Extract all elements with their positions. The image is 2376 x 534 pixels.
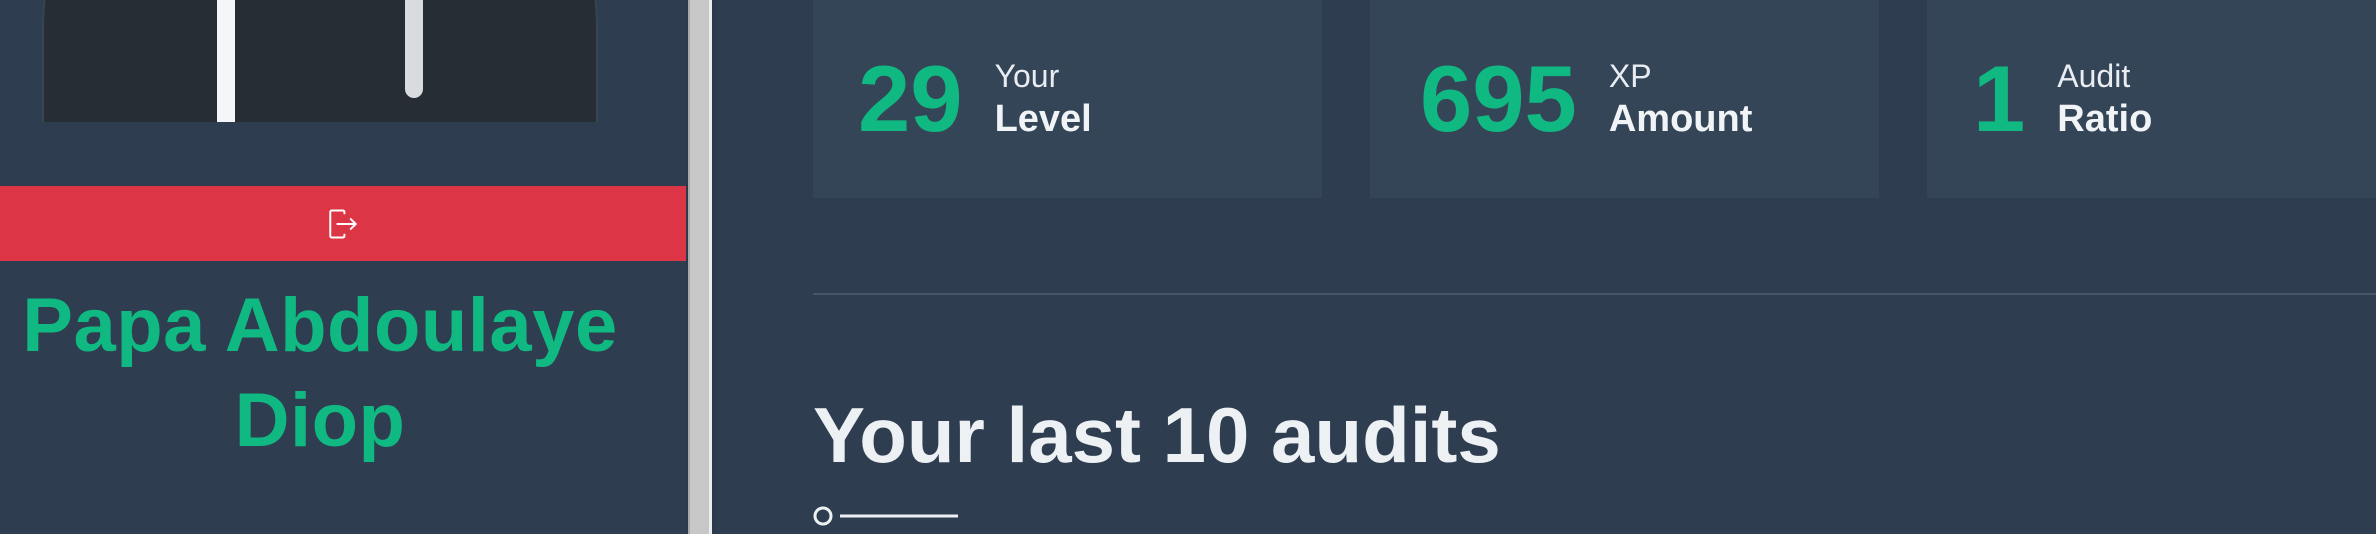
sidebar-scrollbar[interactable] bbox=[686, 0, 716, 534]
level-label: Level bbox=[994, 98, 1092, 140]
avatar-graphic-right bbox=[405, 0, 423, 98]
title-underline-decoration bbox=[813, 506, 958, 526]
level-value: 29 bbox=[858, 46, 963, 151]
xp-value: 695 bbox=[1420, 46, 1577, 151]
stat-card-audit-ratio: 1 Audit Ratio bbox=[1927, 0, 2376, 198]
stat-card-level: 29 Your Level bbox=[813, 0, 1322, 198]
user-name-first-line: Papa Abdoulaye bbox=[22, 283, 618, 368]
xp-caption: XP bbox=[1608, 58, 1652, 94]
avatar bbox=[42, 0, 598, 122]
user-name-second-line: Diop bbox=[234, 378, 406, 463]
sidebar: Papa Abdoulaye Diop bbox=[0, 0, 686, 534]
main-content: 29 Your Level 695 XP Amount 1 Audit Rati… bbox=[716, 0, 2376, 534]
avatar-graphic-left bbox=[217, 0, 235, 122]
stat-card-xp: 695 XP Amount bbox=[1370, 0, 1879, 198]
xp-label: Amount bbox=[1608, 98, 1753, 140]
app-window: Papa Abdoulaye Diop 29 Your Level 695 XP… bbox=[0, 0, 2376, 534]
user-name: Papa Abdoulaye Diop bbox=[0, 278, 640, 468]
audit-ratio-label: Ratio bbox=[2057, 98, 2153, 140]
stat-text: XP Amount bbox=[1609, 56, 1753, 142]
sidebar-scrollbar-thumb[interactable] bbox=[688, 0, 712, 534]
logout-icon bbox=[329, 209, 357, 238]
logout-button[interactable] bbox=[0, 186, 686, 261]
stat-text: Your Level bbox=[995, 56, 1092, 142]
audits-section-title: Your last 10 audits bbox=[813, 391, 1501, 479]
stat-text: Audit Ratio bbox=[2057, 56, 2152, 142]
audit-ratio-value: 1 bbox=[1973, 46, 2026, 151]
audit-ratio-caption: Audit bbox=[2057, 58, 2131, 94]
level-caption: Your bbox=[994, 58, 1060, 94]
section-divider bbox=[813, 293, 2376, 295]
